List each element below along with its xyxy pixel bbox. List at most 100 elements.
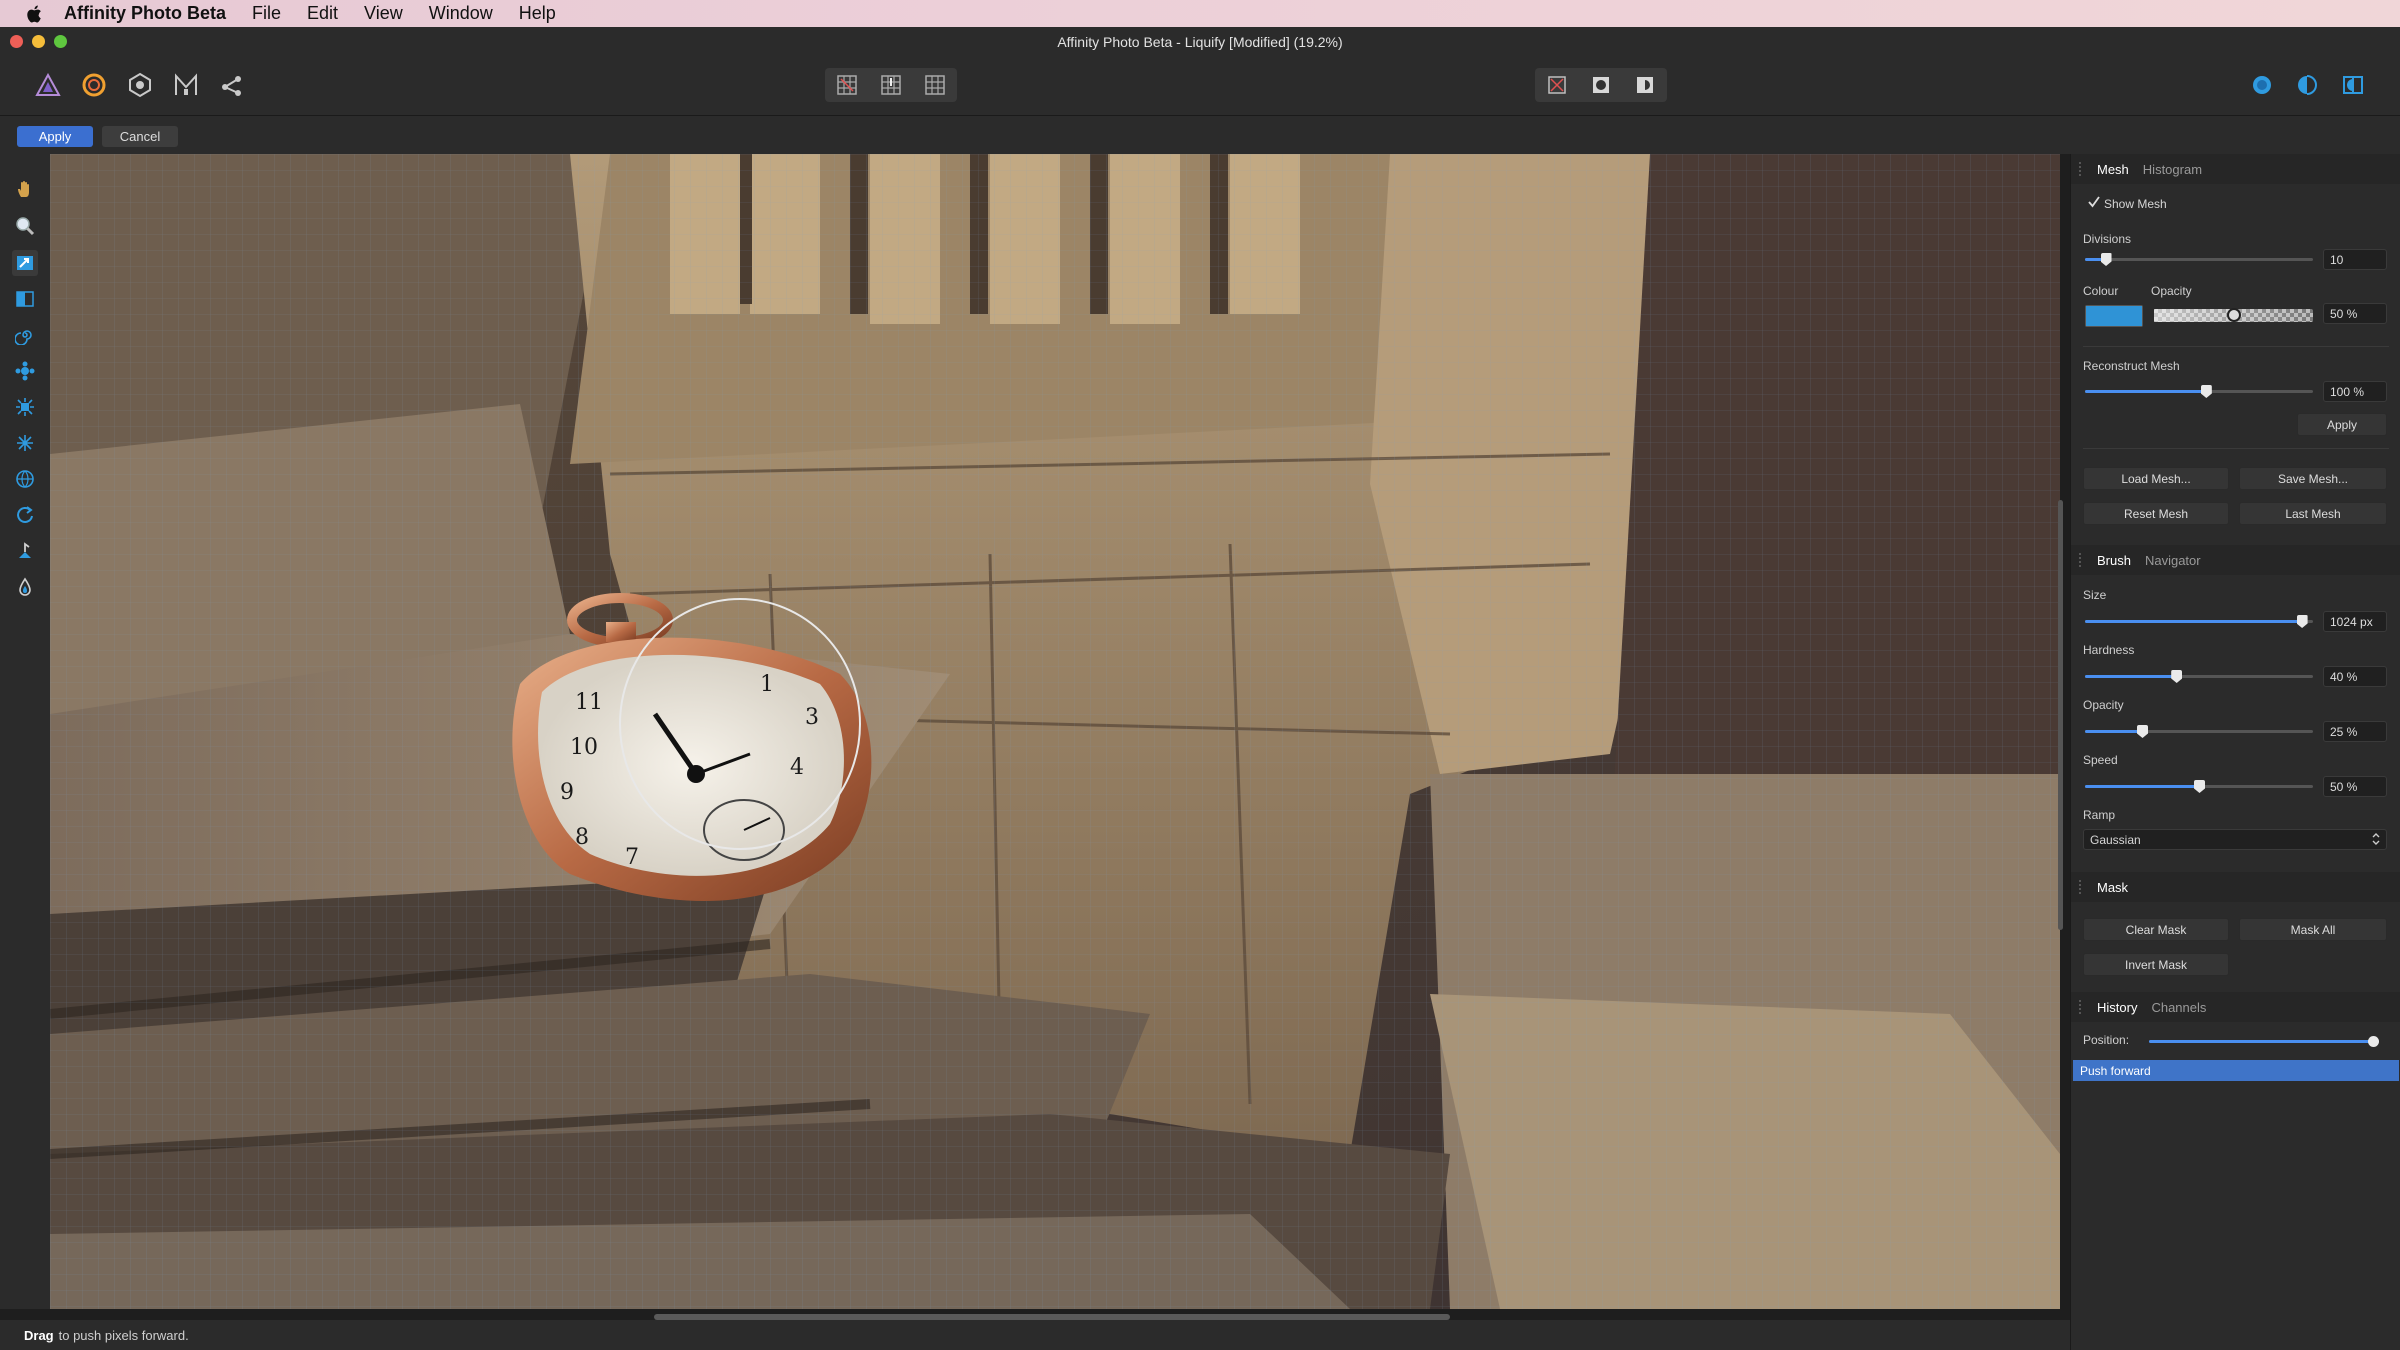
mesh-clamp-icon[interactable] <box>913 68 957 102</box>
brush-opacity-value-field[interactable]: 25 % <box>2323 721 2387 742</box>
liquify-freeze-tool-icon[interactable] <box>12 538 38 564</box>
ramp-label: Ramp <box>2083 808 2116 822</box>
clear-mask-button[interactable]: Clear Mask <box>2083 918 2229 941</box>
show-mesh-checkbox[interactable]: Show Mesh <box>2088 196 2167 211</box>
app-name-menu[interactable]: Affinity Photo Beta <box>64 3 226 24</box>
history-position-slider[interactable] <box>2149 1036 2379 1047</box>
menu-edit[interactable]: Edit <box>307 3 338 24</box>
speed-label: Speed <box>2083 753 2118 767</box>
assistant-icon[interactable] <box>2247 70 2277 100</box>
checkmark-icon <box>2088 196 2100 211</box>
tab-channels[interactable]: Channels <box>2151 1000 2206 1015</box>
liquify-mesh-clone-tool-icon[interactable] <box>12 466 38 492</box>
liquify-push-forward-tool-icon[interactable] <box>12 250 38 276</box>
liquify-reconstruct-tool-icon[interactable] <box>12 502 38 528</box>
mesh-opacity-label: Opacity <box>2151 284 2192 298</box>
size-slider[interactable] <box>2085 615 2313 628</box>
invert-mask-button[interactable]: Invert Mask <box>2083 953 2229 976</box>
photo-persona-icon[interactable] <box>33 70 63 100</box>
save-mesh-button[interactable]: Save Mesh... <box>2239 467 2387 490</box>
svg-text:4: 4 <box>790 755 804 780</box>
apple-icon[interactable] <box>22 4 48 24</box>
brush-opacity-slider[interactable] <box>2085 725 2313 738</box>
context-toolbar: Apply Cancel <box>0 116 2400 154</box>
speed-value-field[interactable]: 50 % <box>2323 776 2387 797</box>
tab-histogram[interactable]: Histogram <box>2143 162 2202 177</box>
ramp-select-value: Gaussian <box>2090 832 2141 847</box>
menu-window[interactable]: Window <box>429 3 493 24</box>
mesh-pin-icon[interactable] <box>869 68 913 102</box>
tab-mask[interactable]: Mask <box>2097 880 2128 895</box>
panel-grip[interactable] <box>2079 880 2085 894</box>
load-mesh-button[interactable]: Load Mesh... <box>2083 467 2229 490</box>
tone-mapping-persona-icon[interactable] <box>171 70 201 100</box>
reconstruct-value-field[interactable]: 100 % <box>2323 381 2387 402</box>
before-after-icon[interactable] <box>2292 70 2322 100</box>
divisions-slider[interactable] <box>2085 253 2313 266</box>
tab-history[interactable]: History <box>2097 1000 2137 1015</box>
mask-all-button[interactable]: Mask All <box>2239 918 2387 941</box>
develop-persona-icon[interactable] <box>125 70 155 100</box>
view-image-icon[interactable] <box>1579 68 1623 102</box>
liquify-persona-icon[interactable] <box>79 70 109 100</box>
split-view-icon[interactable] <box>2338 70 2368 100</box>
ramp-select[interactable]: Gaussian <box>2083 829 2387 850</box>
menu-help[interactable]: Help <box>519 3 556 24</box>
updown-chevron-icon <box>2372 832 2380 849</box>
view-mode-group <box>1535 68 1667 102</box>
zoom-window-button[interactable] <box>54 35 67 48</box>
stone-steps-photo: 11 10 9 8 7 4 3 1 <box>50 154 2060 1309</box>
window-title-bar: Affinity Photo Beta - Liquify [Modified]… <box>0 27 2400 56</box>
divisions-value-field[interactable]: 10 <box>2323 249 2387 270</box>
reset-mesh-button[interactable]: Reset Mesh <box>2083 502 2229 525</box>
liquify-twirl-tool-icon[interactable] <box>12 322 38 348</box>
svg-text:11: 11 <box>575 690 603 715</box>
size-value-field[interactable]: 1024 px <box>2323 611 2387 632</box>
liquify-push-left-tool-icon[interactable] <box>12 286 38 312</box>
hardness-slider[interactable] <box>2085 670 2313 683</box>
mask-panel-tabs: Mask <box>2071 872 2400 902</box>
menu-file[interactable]: File <box>252 3 281 24</box>
liquify-pinch-tool-icon[interactable] <box>12 358 38 384</box>
mesh-colour-swatch[interactable] <box>2085 305 2143 327</box>
mesh-opacity-slider[interactable] <box>2154 308 2313 322</box>
tab-brush[interactable]: Brush <box>2097 553 2131 568</box>
view-split-icon[interactable] <box>1623 68 1667 102</box>
panel-grip[interactable] <box>2079 162 2085 176</box>
window-title: Affinity Photo Beta - Liquify [Modified]… <box>1057 33 1343 50</box>
mesh-opacity-value-field[interactable]: 50 % <box>2323 303 2387 324</box>
view-mesh-only-icon[interactable] <box>1535 68 1579 102</box>
zoom-tool-icon[interactable] <box>12 213 38 239</box>
reconstruct-slider[interactable] <box>2085 385 2313 398</box>
liquify-thaw-tool-icon[interactable] <box>12 574 38 600</box>
size-label: Size <box>2083 588 2107 602</box>
mesh-grid-icon[interactable] <box>825 68 869 102</box>
history-panel-tabs: History Channels <box>2071 992 2400 1022</box>
svg-text:3: 3 <box>805 705 819 730</box>
tab-navigator[interactable]: Navigator <box>2145 553 2201 568</box>
hand-tool-icon[interactable] <box>12 176 38 202</box>
brush-panel-tabs: Brush Navigator <box>2071 545 2400 575</box>
status-bar: Drag to push pixels forward. <box>0 1320 2070 1350</box>
tab-mesh[interactable]: Mesh <box>2097 162 2129 177</box>
main-toolbar <box>0 56 2400 116</box>
show-mesh-label: Show Mesh <box>2104 196 2167 211</box>
cancel-button[interactable]: Cancel <box>102 126 178 147</box>
history-item[interactable]: Push forward <box>2073 1060 2399 1081</box>
liquify-punch-tool-icon[interactable] <box>12 394 38 420</box>
menu-view[interactable]: View <box>364 3 403 24</box>
reconstruct-apply-button[interactable]: Apply <box>2297 413 2387 436</box>
speed-slider[interactable] <box>2085 780 2313 793</box>
panel-grip[interactable] <box>2079 1000 2085 1014</box>
liquify-turbulence-tool-icon[interactable] <box>12 430 38 456</box>
close-window-button[interactable] <box>10 35 23 48</box>
last-mesh-button[interactable]: Last Mesh <box>2239 502 2387 525</box>
export-persona-icon[interactable] <box>217 70 247 100</box>
apply-button[interactable]: Apply <box>17 126 93 147</box>
hardness-value-field[interactable]: 40 % <box>2323 666 2387 687</box>
panel-grip[interactable] <box>2079 553 2085 567</box>
minimize-window-button[interactable] <box>32 35 45 48</box>
studio-panel: Mesh Histogram Show Mesh Divisions 10 Co… <box>2070 154 2400 1350</box>
vertical-scrollbar[interactable] <box>2058 500 2063 930</box>
document-canvas[interactable]: 11 10 9 8 7 4 3 1 <box>50 154 2060 1309</box>
